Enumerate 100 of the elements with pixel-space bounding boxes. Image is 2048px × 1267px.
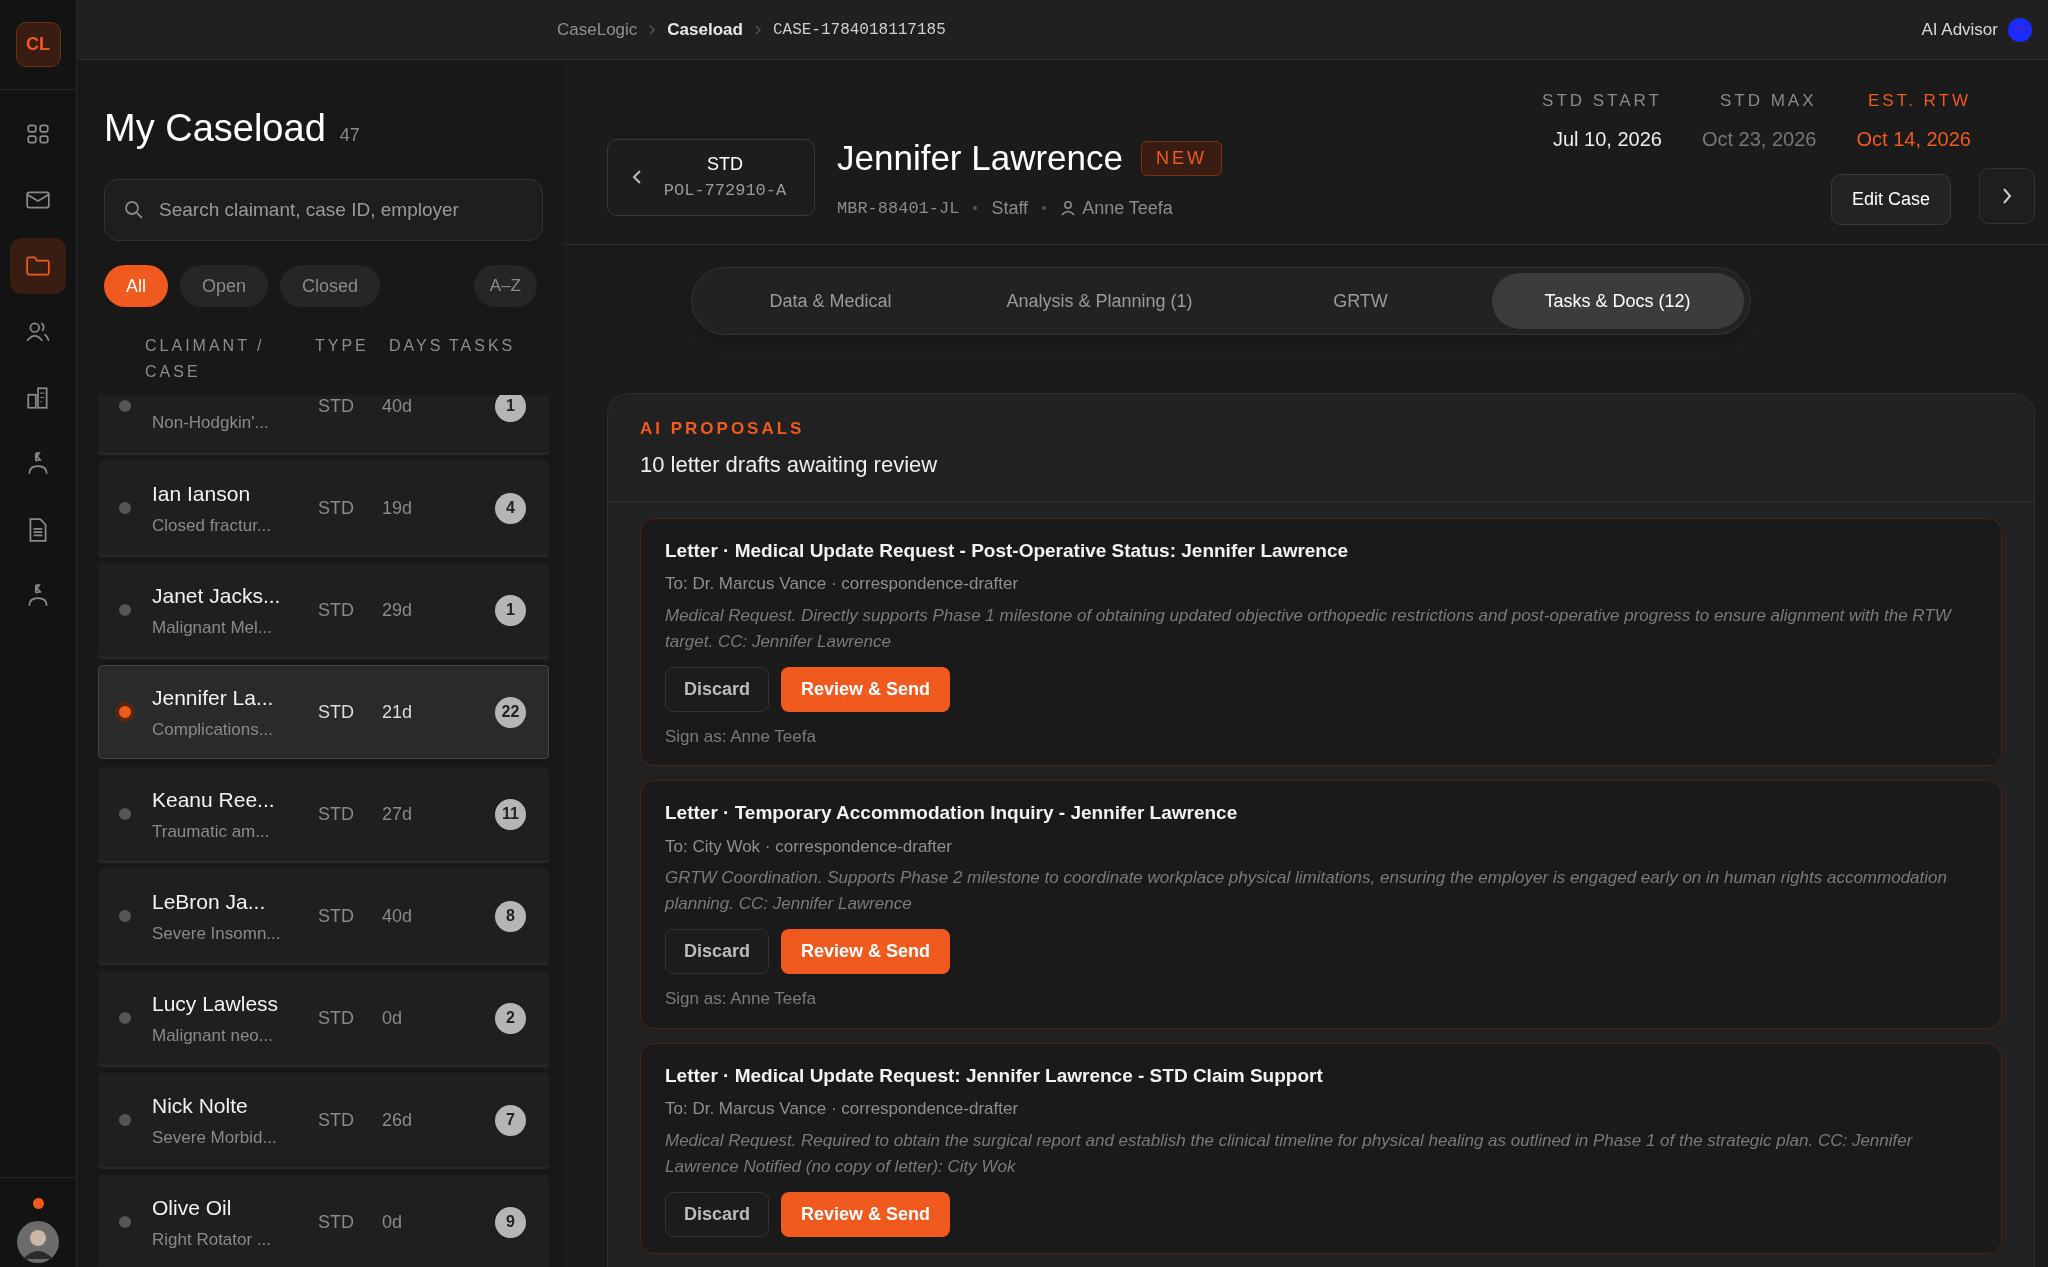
tab[interactable]: Analysis & Planning (1) <box>969 273 1230 329</box>
discard-button[interactable]: Discard <box>665 929 770 974</box>
building-icon <box>25 385 51 411</box>
signature-text: Sign as: Anne Teefa <box>665 725 817 748</box>
column-header: TYPE <box>315 336 370 356</box>
claimant-name: Keanu Ree... <box>152 786 276 813</box>
case-row[interactable]: Keanu Ree... Traumatic am... STD 27d 11 <box>98 767 549 861</box>
days-count: 40d <box>382 904 414 928</box>
grid-icon <box>25 121 51 147</box>
days-count: 26d <box>382 1108 414 1132</box>
claimant-name: Ian Ianson <box>152 480 252 507</box>
caseload-title: My Caseload <box>104 106 326 151</box>
letter-title: Letter · Temporary Accommodation Inquiry - Jennifer Lawrence <box>665 801 1239 825</box>
task-count-badge: 1 <box>495 594 526 626</box>
date-label: STD MAX <box>1719 90 1817 112</box>
diagnosis-text: Malignant Mel... <box>152 617 273 639</box>
discard-button[interactable]: Discard <box>665 666 770 712</box>
tab[interactable]: Data & Medical <box>697 273 964 329</box>
diagnosis-text: Traumatic am... <box>152 821 271 843</box>
ai-advisor-label[interactable]: AI Advisor <box>1921 16 1998 43</box>
task-count-badge: 8 <box>495 900 526 932</box>
search-field[interactable]: Search claimant, case ID, employer <box>104 179 543 241</box>
policy-number: POL-772910-A <box>663 179 787 202</box>
letter-summary: Medical Request. Directly supports Phase 1 milestone of obtaining updated objective orthopedic restrictions and post-operative progress to ensure alignment with the RTW target. CC: Jennifer Lawrence <box>665 604 1953 653</box>
letter-title: Letter · Medical Update Request - Post-Operative Status: Jennifer Lawrence <box>665 538 1350 563</box>
folder-icon <box>25 253 51 279</box>
column-header: TASKS <box>449 336 517 356</box>
diagnosis-text: Severe Morbid... <box>152 1127 278 1149</box>
claimant-name: Olive Oil <box>152 1194 233 1221</box>
nav-button[interactable] <box>10 238 66 294</box>
discard-button[interactable]: Discard <box>665 1191 770 1237</box>
case-row[interactable]: Lucy Lawless Malignant neo... STD 0d 2 <box>98 971 549 1065</box>
chevron-right-icon <box>649 24 656 35</box>
case-row[interactable]: Jennifer La... Complications... STD 21d 22 <box>98 665 549 759</box>
diagnosis-text: Complications... <box>152 719 274 741</box>
claimant-name: Nick Nolte <box>152 1092 249 1119</box>
employee-role: Staff <box>991 196 1029 220</box>
diagnosis-text: Malignant neo... <box>152 1025 274 1047</box>
diagnosis-text: Right Rotator ... <box>152 1229 273 1251</box>
task-count-badge: 11 <box>495 798 526 830</box>
case-row[interactable]: Janet Jacks... Malignant Mel... STD 29d 1 <box>98 563 549 657</box>
section-label: AI PROPOSALS <box>640 418 806 440</box>
claimant-name: Jennifer La... <box>152 684 275 711</box>
letter-title: Letter · Medical Update Request: Jennifer Lawrence - STD Claim Support <box>665 1063 1324 1088</box>
task-count-badge: 7 <box>495 1104 526 1136</box>
status-badge: NEW <box>1141 141 1222 176</box>
recipient-text: To: Dr. Marcus Vance · correspondence-drafter <box>665 1098 1020 1120</box>
diagnosis-text: Closed fractur... <box>152 515 273 537</box>
column-header: DAYS <box>389 336 445 356</box>
section-title: 10 letter drafts awaiting review <box>640 450 939 479</box>
task-count-badge: 4 <box>495 492 526 524</box>
case-type: STD <box>318 904 355 928</box>
date-label: STD START <box>1542 90 1662 112</box>
task-count-badge: 22 <box>495 696 526 728</box>
days-count: 29d <box>382 598 414 622</box>
case-row[interactable]: Olive Oil Right Rotator ... STD 0d 9 <box>98 1175 549 1267</box>
tab[interactable]: GRTW <box>1235 273 1486 329</box>
policy-switcher[interactable]: STD POL-772910-A <box>607 138 815 216</box>
recipient-text: To: Dr. Marcus Vance · correspondence-drafter <box>665 573 1020 595</box>
case-count: 47 <box>339 124 360 147</box>
tab[interactable]: Tasks & Docs (12) <box>1491 273 1744 329</box>
task-count-badge: 2 <box>495 1002 526 1034</box>
date-value: Oct 23, 2026 <box>1701 126 1817 152</box>
days-count: 0d <box>382 1210 404 1234</box>
claimant-name: LeBron Ja... <box>152 888 267 915</box>
letter-summary: GRTW Coordination. Supports Phase 2 milestone to coordinate workplace physical limitations, ensuring the employer is engaged early on in human rights accommodation planning. CC: Jennifer Lawrence <box>665 867 1948 915</box>
app-logo: CL <box>15 22 61 67</box>
case-row[interactable]: Nick Nolte Severe Morbid... STD 26d 7 <box>98 1073 549 1167</box>
edit-case-button[interactable]: Edit Case <box>1830 173 1951 225</box>
search-icon <box>124 200 144 220</box>
separator-dot <box>973 206 978 211</box>
user-avatar[interactable] <box>17 1221 59 1263</box>
recipient-text: To: City Wok · correspondence-drafter <box>665 835 953 858</box>
case-row[interactable]: Ian Ianson Closed fractur... STD 19d 4 <box>98 461 549 555</box>
claimant-name: Janet Jacks... <box>152 582 282 609</box>
filter-chip[interactable]: Closed <box>280 265 381 307</box>
sort-button[interactable]: A–Z <box>473 265 537 307</box>
chevron-right-icon <box>754 24 761 35</box>
case-type: STD <box>318 700 355 724</box>
column-header: CLAIMANT / CASE <box>145 336 266 382</box>
case-row[interactable]: Non-Hodgkin'... STD 40d 1 <box>98 395 549 453</box>
filter-chip[interactable]: Open <box>180 265 269 307</box>
plan-label: STD <box>707 152 743 176</box>
date-value: Oct 14, 2026 <box>1856 126 1971 152</box>
chevron-right-icon <box>2002 187 2012 204</box>
breadcrumb-link[interactable]: Caseload <box>667 16 743 43</box>
case-type: STD <box>318 802 355 826</box>
separator-dot <box>1042 206 1047 211</box>
days-count: 27d <box>382 802 414 826</box>
diagnosis-text: Non-Hodgkin'... <box>152 411 270 434</box>
case-type: STD <box>318 1006 355 1030</box>
breadcrumb-link[interactable]: CaseLogic <box>557 16 638 43</box>
case-id: CASE-1784018117185 <box>772 19 946 41</box>
case-type: STD <box>318 1108 355 1132</box>
diagnosis-text: Severe Insomn... <box>152 923 282 945</box>
claimant-name: Jennifer Lawrence <box>837 137 1123 180</box>
chevron-left-icon <box>632 170 642 184</box>
days-count: 40d <box>382 395 414 418</box>
case-manager: Anne Teefa <box>1082 196 1173 220</box>
case-row[interactable]: LeBron Ja... Severe Insomn... STD 40d 8 <box>98 869 549 963</box>
